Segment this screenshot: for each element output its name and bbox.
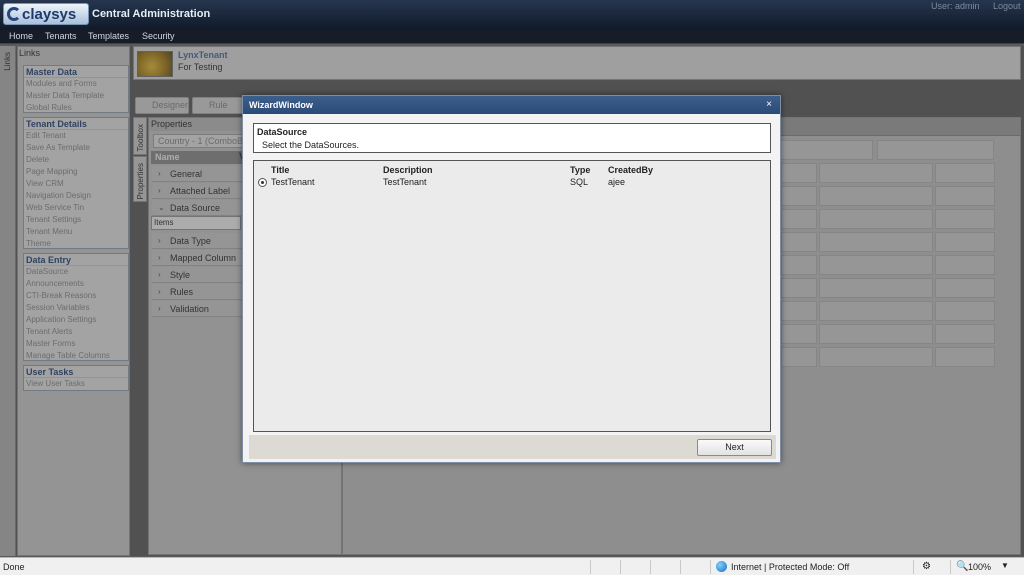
row-select-radio[interactable] <box>258 178 267 187</box>
app-header: claysys Central Administration User: adm… <box>0 0 1024 30</box>
status-divider <box>590 560 591 574</box>
chevron-down-icon[interactable]: ▼ <box>1001 561 1009 570</box>
security-zone: Internet | Protected Mode: Off <box>731 562 850 572</box>
browser-status-bar: Done Internet | Protected Mode: Off ⚙ 🔍 … <box>0 557 1024 575</box>
status-divider <box>913 560 914 574</box>
status-divider <box>950 560 951 574</box>
status-text: Done <box>3 562 25 572</box>
column-header-description: Description <box>383 165 433 175</box>
zoom-icon[interactable]: 🔍 <box>956 561 968 572</box>
menu-security[interactable]: Security <box>142 31 175 41</box>
claysys-logo: claysys <box>3 3 89 25</box>
column-header-createdby: CreatedBy <box>608 165 654 175</box>
main-menu: Home Tenants Templates Security <box>0 30 1024 44</box>
menu-tenants[interactable]: Tenants <box>45 31 77 41</box>
logo-mark-icon <box>7 7 21 21</box>
menu-home[interactable]: Home <box>9 31 33 41</box>
column-header-title: Title <box>271 165 290 175</box>
globe-icon <box>716 561 727 572</box>
app-title: Central Administration <box>92 8 211 20</box>
cell-title: TestTenant <box>271 177 315 187</box>
status-divider <box>650 560 651 574</box>
status-divider <box>680 560 681 574</box>
status-divider <box>710 560 711 574</box>
close-icon[interactable]: × <box>766 99 772 110</box>
cell-type: SQL <box>570 177 589 187</box>
user-label: User: admin <box>931 1 980 11</box>
datasource-header-box: DataSource Select the DataSources. <box>253 123 771 153</box>
cell-createdby: ajee <box>608 177 626 187</box>
logo-text: claysys <box>22 6 77 23</box>
section-heading: DataSource <box>257 127 308 137</box>
wizard-title-bar[interactable]: WizardWindow <box>243 96 780 114</box>
wizard-window: WizardWindow × DataSource Select the Dat… <box>242 95 781 463</box>
section-instruction: Select the DataSources. <box>262 140 360 150</box>
cell-description: TestTenant <box>383 177 427 187</box>
menu-templates[interactable]: Templates <box>88 31 129 41</box>
zoom-level[interactable]: 100% <box>968 562 991 572</box>
wizard-title: WizardWindow <box>249 100 313 110</box>
column-header-type: Type <box>570 165 591 175</box>
status-divider <box>620 560 621 574</box>
next-button[interactable]: Next <box>697 439 772 456</box>
logout-link[interactable]: Logout <box>993 1 1021 11</box>
datasource-list: Title Description Type CreatedBy TestTen… <box>253 160 771 432</box>
protected-mode-icon[interactable]: ⚙ <box>922 561 931 572</box>
